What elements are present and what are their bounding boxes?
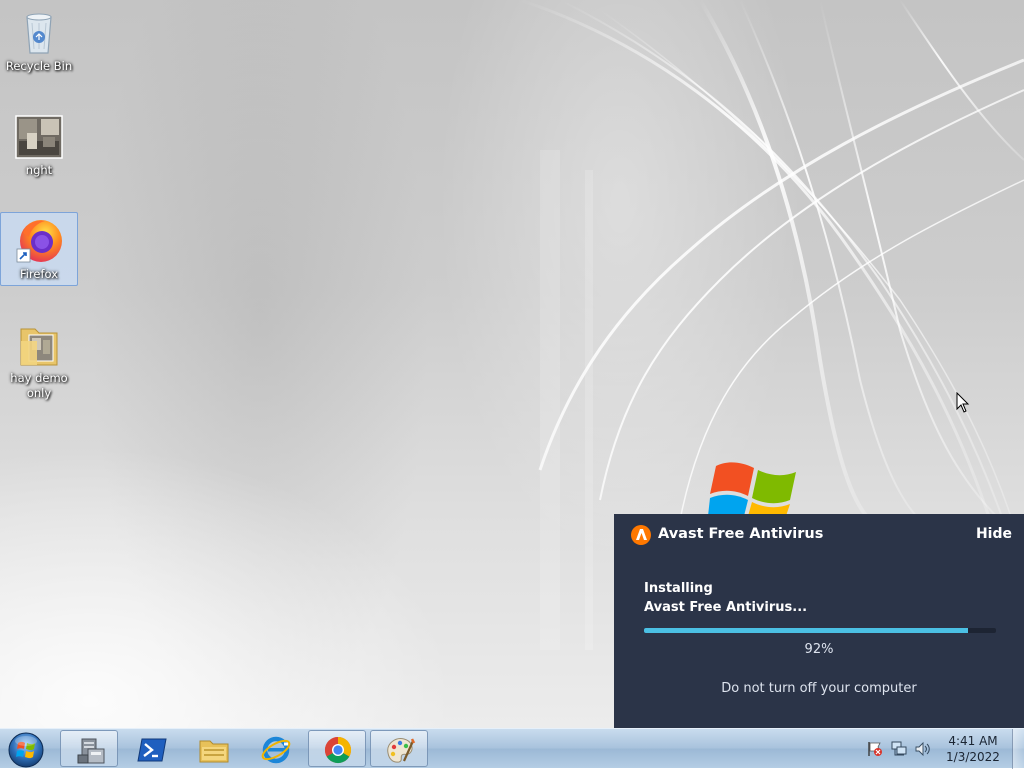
- install-progress-fill: [644, 628, 968, 633]
- show-desktop-button[interactable]: [1012, 729, 1024, 769]
- avast-logo-icon: [631, 525, 651, 545]
- hay-demo-only-label: hay demo only: [10, 371, 68, 400]
- paint-icon: [387, 738, 416, 763]
- taskbar-internet-explorer[interactable]: [246, 730, 304, 767]
- chrome-icon: [324, 736, 352, 764]
- taskbar-server-manager[interactable]: [60, 730, 118, 767]
- taskbar-paint[interactable]: [370, 730, 428, 767]
- avast-install-panel: Avast Free Antivirus Hide Installing Ava…: [614, 514, 1024, 728]
- nght-label: nght: [25, 163, 53, 177]
- volume-icon[interactable]: [914, 741, 932, 757]
- windows-logo-watermark: [708, 462, 796, 516]
- internet-explorer-icon: [261, 736, 291, 764]
- install-status-line1: Installing: [644, 581, 713, 596]
- taskbar-powershell[interactable]: [122, 730, 180, 767]
- desktop-icon-hay-demo-only[interactable]: hay demo only: [0, 316, 78, 405]
- taskbar-chrome[interactable]: [308, 730, 366, 767]
- start-button[interactable]: [4, 730, 48, 768]
- install-status-line2: Avast Free Antivirus...: [644, 600, 808, 615]
- firefox-icon: [15, 217, 63, 265]
- network-icon[interactable]: [890, 741, 908, 757]
- windows-start-orb-icon: [8, 732, 44, 768]
- action-center-flag-icon[interactable]: [866, 741, 884, 757]
- folder-icon: [15, 321, 63, 369]
- recycle-bin-label: Recycle Bin: [5, 59, 73, 73]
- mouse-cursor-icon: [956, 392, 970, 413]
- hide-button[interactable]: Hide: [976, 526, 1012, 542]
- desktop-icon-nght[interactable]: nght: [0, 108, 78, 182]
- install-progress-percent: 92%: [804, 642, 834, 657]
- file-explorer-icon: [199, 740, 229, 763]
- desktop[interactable]: Recycle Bin nght Firefox hay demo only A…: [0, 0, 1024, 728]
- install-progress-bar: [644, 628, 996, 633]
- server-manager-icon: [77, 738, 105, 764]
- clock-date: 1/3/2022: [946, 750, 1000, 764]
- clock[interactable]: 4:41 AM 1/3/2022: [940, 733, 1006, 765]
- firefox-label: Firefox: [19, 267, 59, 281]
- image-thumbnail-icon: [15, 113, 63, 161]
- taskbar: 4:41 AM 1/3/2022: [0, 728, 1024, 769]
- desktop-icon-firefox[interactable]: Firefox: [0, 212, 78, 286]
- taskbar-file-explorer[interactable]: [184, 730, 242, 767]
- recycle-bin-icon: [15, 9, 63, 57]
- clock-time: 4:41 AM: [948, 734, 998, 748]
- avast-title: Avast Free Antivirus: [658, 526, 824, 542]
- desktop-icon-recycle-bin[interactable]: Recycle Bin: [0, 4, 78, 78]
- powershell-icon: [137, 738, 167, 762]
- do-not-turn-off-warning: Do not turn off your computer: [721, 681, 917, 696]
